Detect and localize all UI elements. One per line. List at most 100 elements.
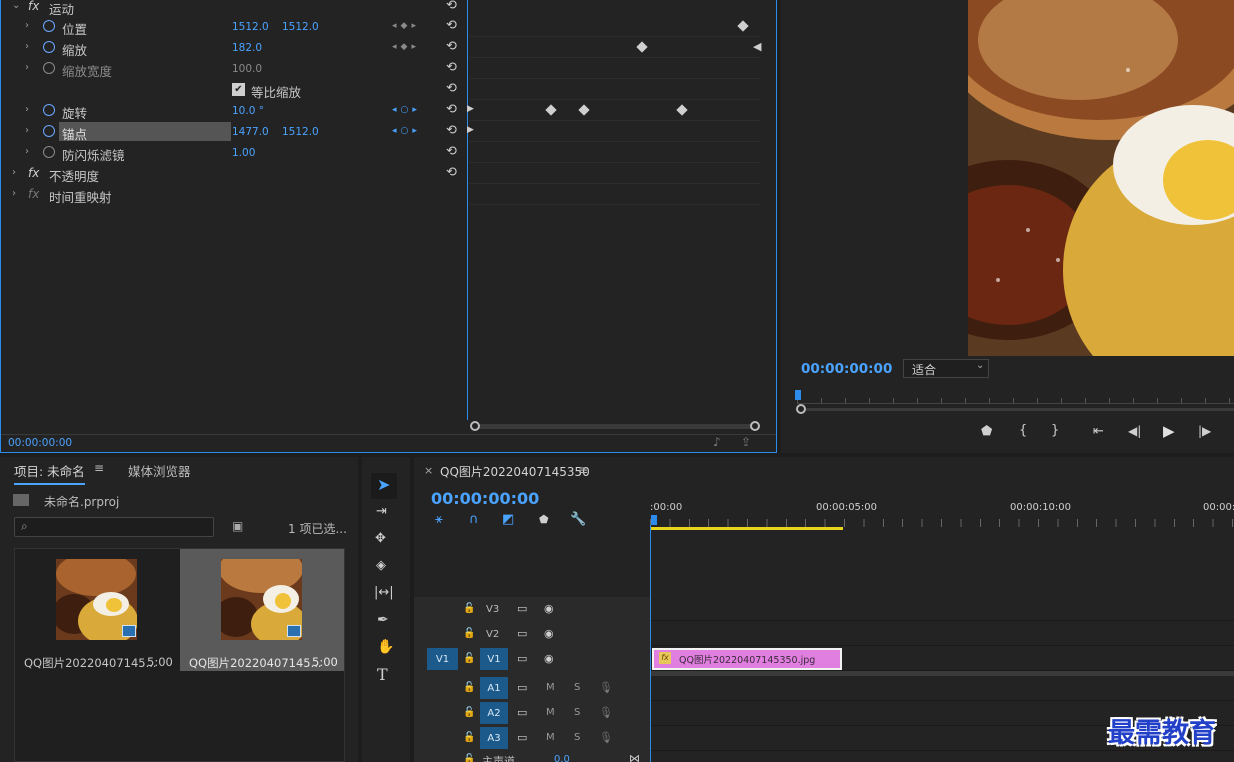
property-anti-flicker[interactable]: › 防闪烁滤镜 1.00 ⟲ — [1, 142, 467, 163]
sync-lock-icon[interactable]: ▭ — [517, 652, 527, 665]
reset-icon[interactable]: ⟲ — [446, 39, 457, 54]
solo-button[interactable]: S — [574, 732, 580, 743]
add-marker-icon[interactable]: ⬟ — [981, 424, 992, 439]
lock-icon[interactable]: 🔓 — [463, 754, 475, 762]
go-to-out-icon[interactable]: ⋈ — [629, 752, 640, 762]
program-zoom-handle[interactable] — [796, 404, 806, 414]
keyframe-marker[interactable] — [737, 20, 749, 32]
track-label-v1[interactable]: V1 — [480, 648, 508, 670]
keyframe-marker[interactable]: ◀ — [753, 40, 761, 53]
track-lane-v2[interactable] — [651, 622, 1234, 646]
sync-lock-icon[interactable]: ▭ — [517, 627, 527, 640]
audio-only-icon[interactable]: ♪ — [713, 435, 721, 449]
time-remap-effect[interactable]: › fx 时间重映射 — [1, 184, 467, 205]
expand-chevron-icon[interactable]: › — [25, 62, 29, 73]
expand-chevron-icon[interactable]: › — [25, 146, 29, 157]
type-tool-icon[interactable]: T — [377, 665, 388, 684]
rotation-value[interactable]: 10.0 ° — [232, 105, 264, 117]
keyframe-marker[interactable] — [578, 104, 590, 116]
lock-icon[interactable]: 🔓 — [463, 628, 475, 639]
razor-tool-icon[interactable]: ◈ — [376, 558, 386, 573]
playhead-line[interactable] — [467, 0, 468, 420]
expand-chevron-icon[interactable]: › — [25, 20, 29, 31]
solo-button[interactable]: S — [574, 707, 580, 718]
anti-flicker-value[interactable]: 1.00 — [232, 147, 255, 159]
nest-icon[interactable]: ⚹ — [435, 512, 443, 527]
zoom-scrollbar[interactable] — [475, 424, 757, 429]
project-item-selected[interactable]: QQ图片20220407145... 5:00 — [180, 549, 344, 671]
expand-chevron-icon[interactable]: › — [25, 41, 29, 52]
linked-selection-icon[interactable]: ◩ — [502, 512, 514, 527]
zoom-handle-right[interactable] — [750, 421, 760, 431]
keyframe-marker[interactable] — [545, 104, 557, 116]
reset-icon[interactable]: ⟲ — [446, 60, 457, 75]
master-volume-value[interactable]: 0.0 — [554, 754, 570, 762]
track-label-v2[interactable]: V2 — [486, 629, 499, 640]
play-icon[interactable]: ▶ — [1163, 422, 1175, 440]
eye-icon[interactable]: ◉ — [544, 627, 554, 640]
project-item[interactable]: QQ图片20220407145... 5:00 — [15, 549, 179, 671]
panel-menu-icon[interactable]: ≡ — [94, 461, 104, 475]
effects-timecode[interactable]: 00:00:00:00 — [8, 437, 72, 449]
reset-icon[interactable]: ⟲ — [446, 165, 457, 180]
microphone-icon[interactable]: 🎙 — [599, 706, 613, 719]
uniform-scale-checkbox[interactable]: ✔ — [232, 83, 245, 96]
property-scale[interactable]: › 缩放 182.0 ◂◆▸ ⟲ — [1, 37, 467, 58]
keyframe-marker[interactable] — [636, 41, 648, 53]
sync-lock-icon[interactable]: ▭ — [517, 602, 527, 615]
keyframe-marker[interactable] — [676, 104, 688, 116]
lock-icon[interactable]: 🔓 — [463, 732, 475, 743]
stopwatch-icon[interactable] — [43, 104, 55, 116]
pen-tool-icon[interactable]: ✒ — [377, 612, 389, 628]
reset-icon[interactable]: ⟲ — [446, 81, 457, 96]
expand-chevron-icon[interactable]: › — [12, 167, 16, 178]
expand-chevron-icon[interactable]: › — [12, 188, 16, 199]
add-marker-icon[interactable]: ⬟ — [539, 513, 549, 526]
reset-icon[interactable]: ⟲ — [446, 144, 457, 159]
hand-tool-icon[interactable]: ✋ — [377, 639, 394, 655]
microphone-icon[interactable]: 🎙 — [599, 681, 613, 694]
mute-button[interactable]: M — [546, 682, 555, 693]
slip-tool-icon[interactable]: |↔| — [374, 585, 394, 600]
expand-chevron-icon[interactable]: › — [25, 125, 29, 136]
reset-icon[interactable]: ⟲ — [446, 102, 457, 117]
lock-icon[interactable]: 🔓 — [463, 653, 475, 664]
program-ruler[interactable] — [797, 388, 1234, 404]
track-select-tool-icon[interactable]: ⇥ — [376, 504, 387, 519]
snap-magnet-icon[interactable]: ∩ — [469, 512, 479, 527]
keyframe-nav[interactable]: ◂◆▸ — [392, 21, 420, 31]
sequence-tab[interactable]: QQ图片20220407145350 — [440, 463, 590, 480]
property-uniform-scale[interactable]: ✔ 等比缩放 ⟲ — [1, 79, 467, 100]
go-to-in-icon[interactable]: ⇤ — [1093, 424, 1104, 439]
anchor-y-value[interactable]: 1512.0 — [282, 126, 319, 138]
lock-icon[interactable]: 🔓 — [463, 682, 475, 693]
ripple-edit-tool-icon[interactable]: ✥ — [375, 531, 386, 546]
reset-icon[interactable]: ⟲ — [446, 123, 457, 138]
sync-lock-icon[interactable]: ▭ — [517, 706, 527, 719]
program-playhead[interactable] — [795, 390, 801, 400]
work-area-bar[interactable] — [650, 527, 843, 530]
fit-dropdown[interactable]: 适合 ⌄ — [903, 359, 989, 378]
property-rotation[interactable]: › 旋转 10.0 ° ◂○▸ ⟲ — [1, 100, 467, 121]
scale-value[interactable]: 182.0 — [232, 42, 262, 54]
mark-out-icon[interactable]: } — [1051, 423, 1059, 438]
track-label-a3[interactable]: A3 — [480, 727, 508, 749]
track-lane-a1[interactable] — [651, 676, 1234, 701]
export-icon[interactable]: ⇪ — [741, 435, 751, 449]
mark-in-icon[interactable]: { — [1019, 423, 1027, 438]
track-label-v3[interactable]: V3 — [486, 604, 499, 615]
timeline-clip[interactable]: fx QQ图片20220407145350.jpg — [652, 648, 842, 670]
timeline-ruler[interactable]: :00:00 00:00:05:00 00:00:10:00 00:00: — [650, 457, 1234, 532]
zoom-handle-left[interactable] — [470, 421, 480, 431]
selection-tool-icon[interactable]: ➤ — [377, 475, 390, 494]
stopwatch-icon[interactable] — [43, 20, 55, 32]
lock-icon[interactable]: 🔓 — [463, 603, 475, 614]
track-lane-v3[interactable] — [651, 597, 1234, 621]
reset-icon[interactable]: ⟲ — [446, 0, 457, 13]
track-label-a1[interactable]: A1 — [480, 677, 508, 699]
step-forward-icon[interactable]: |▶ — [1198, 424, 1211, 438]
timeline-playhead-handle[interactable] — [651, 515, 657, 525]
property-scale-width[interactable]: › 缩放宽度 100.0 ⟲ — [1, 58, 467, 79]
anchor-x-value[interactable]: 1477.0 — [232, 126, 269, 138]
step-back-icon[interactable]: ◀| — [1128, 424, 1141, 438]
